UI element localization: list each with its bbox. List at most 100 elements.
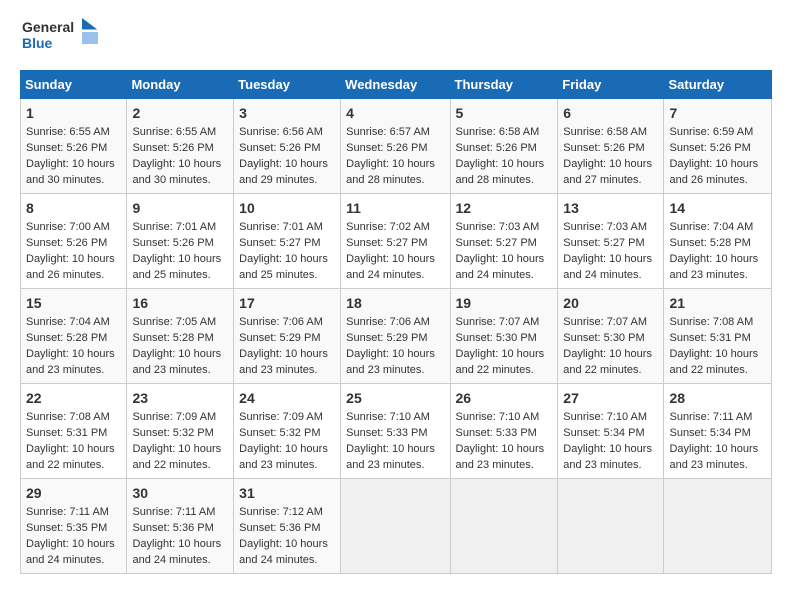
sunset-text: Sunset: 5:36 PM xyxy=(132,522,213,534)
day-number: 7 xyxy=(669,103,766,123)
sunrise-text: Sunrise: 6:55 AM xyxy=(26,126,110,138)
calendar-cell xyxy=(664,479,772,574)
day-number: 1 xyxy=(26,103,121,123)
col-header-tuesday: Tuesday xyxy=(234,71,341,99)
daylight-text: Daylight: 10 hours and 24 minutes. xyxy=(132,538,221,566)
day-number: 26 xyxy=(456,388,553,408)
daylight-text: Daylight: 10 hours and 22 minutes. xyxy=(669,348,758,376)
calendar-cell: 16Sunrise: 7:05 AMSunset: 5:28 PMDayligh… xyxy=(127,289,234,384)
day-number: 13 xyxy=(563,198,658,218)
daylight-text: Daylight: 10 hours and 23 minutes. xyxy=(669,253,758,281)
daylight-text: Daylight: 10 hours and 24 minutes. xyxy=(563,253,652,281)
daylight-text: Daylight: 10 hours and 25 minutes. xyxy=(239,253,328,281)
calendar-cell: 26Sunrise: 7:10 AMSunset: 5:33 PMDayligh… xyxy=(450,384,558,479)
sunset-text: Sunset: 5:36 PM xyxy=(239,522,320,534)
sunrise-text: Sunrise: 7:10 AM xyxy=(563,411,647,423)
sunset-text: Sunset: 5:26 PM xyxy=(26,142,107,154)
sunrise-text: Sunrise: 7:01 AM xyxy=(132,221,216,233)
sunrise-text: Sunrise: 7:05 AM xyxy=(132,316,216,328)
sunrise-text: Sunrise: 7:08 AM xyxy=(669,316,753,328)
day-number: 14 xyxy=(669,198,766,218)
calendar-cell: 31Sunrise: 7:12 AMSunset: 5:36 PMDayligh… xyxy=(234,479,341,574)
col-header-wednesday: Wednesday xyxy=(341,71,450,99)
calendar-cell: 10Sunrise: 7:01 AMSunset: 5:27 PMDayligh… xyxy=(234,194,341,289)
daylight-text: Daylight: 10 hours and 23 minutes. xyxy=(239,443,328,471)
daylight-text: Daylight: 10 hours and 30 minutes. xyxy=(132,158,221,186)
calendar-cell: 5Sunrise: 6:58 AMSunset: 5:26 PMDaylight… xyxy=(450,99,558,194)
daylight-text: Daylight: 10 hours and 28 minutes. xyxy=(346,158,435,186)
sunrise-text: Sunrise: 7:01 AM xyxy=(239,221,323,233)
sunset-text: Sunset: 5:27 PM xyxy=(346,237,427,249)
day-number: 11 xyxy=(346,198,444,218)
calendar-cell: 12Sunrise: 7:03 AMSunset: 5:27 PMDayligh… xyxy=(450,194,558,289)
logo: General Blue xyxy=(20,16,100,60)
sunset-text: Sunset: 5:26 PM xyxy=(26,237,107,249)
calendar-cell xyxy=(450,479,558,574)
daylight-text: Daylight: 10 hours and 27 minutes. xyxy=(563,158,652,186)
daylight-text: Daylight: 10 hours and 23 minutes. xyxy=(346,348,435,376)
sunrise-text: Sunrise: 7:02 AM xyxy=(346,221,430,233)
calendar-cell xyxy=(558,479,664,574)
sunset-text: Sunset: 5:33 PM xyxy=(456,427,537,439)
daylight-text: Daylight: 10 hours and 25 minutes. xyxy=(132,253,221,281)
calendar-cell: 18 Sunrise: 7:06 AM Sunset: 5:29 PM Dayligh… xyxy=(341,289,450,384)
sunset-text: Sunset: 5:28 PM xyxy=(26,332,107,344)
day-number: 28 xyxy=(669,388,766,408)
sunrise-text: Sunrise: 7:10 AM xyxy=(456,411,540,423)
calendar-cell: 2Sunrise: 6:55 AMSunset: 5:26 PMDaylight… xyxy=(127,99,234,194)
day-number: 25 xyxy=(346,388,444,408)
sunrise-text: Sunrise: 7:09 AM xyxy=(132,411,216,423)
sunrise-text: Sunrise: 6:59 AM xyxy=(669,126,753,138)
sunrise-text: Sunrise: 7:11 AM xyxy=(669,411,752,423)
calendar-cell: 29Sunrise: 7:11 AMSunset: 5:35 PMDayligh… xyxy=(21,479,127,574)
day-number: 16 xyxy=(132,293,228,313)
sunset-text: Sunset: 5:26 PM xyxy=(456,142,537,154)
sunrise-text: Sunrise: 7:11 AM xyxy=(26,506,109,518)
day-number: 20 xyxy=(563,293,658,313)
calendar-cell: 25Sunrise: 7:10 AMSunset: 5:33 PMDayligh… xyxy=(341,384,450,479)
sunrise-text: Sunrise: 7:07 AM xyxy=(456,316,540,328)
sunrise-text: Sunrise: 7:09 AM xyxy=(239,411,323,423)
sunset-text: Sunset: 5:27 PM xyxy=(456,237,537,249)
sunrise-text: Sunrise: 7:04 AM xyxy=(669,221,753,233)
sunset-text: Sunset: 5:29 PM xyxy=(346,332,427,344)
daylight-text: Daylight: 10 hours and 26 minutes. xyxy=(26,253,115,281)
daylight-text: Daylight: 10 hours and 23 minutes. xyxy=(26,348,115,376)
day-number: 29 xyxy=(26,483,121,503)
calendar-cell: 8Sunrise: 7:00 AMSunset: 5:26 PMDaylight… xyxy=(21,194,127,289)
logo-svg: General Blue xyxy=(20,16,100,60)
calendar-week-2: 8Sunrise: 7:00 AMSunset: 5:26 PMDaylight… xyxy=(21,194,772,289)
calendar-cell: 14 Sunrise: 7:04 AM Sunset: 5:28 PM Dayligh… xyxy=(664,194,772,289)
calendar-cell: 30Sunrise: 7:11 AMSunset: 5:36 PMDayligh… xyxy=(127,479,234,574)
calendar-cell: 17Sunrise: 7:06 AMSunset: 5:29 PMDayligh… xyxy=(234,289,341,384)
day-number: 30 xyxy=(132,483,228,503)
sunrise-text: Sunrise: 7:06 AM xyxy=(346,316,430,328)
calendar-week-5: 29Sunrise: 7:11 AMSunset: 5:35 PMDayligh… xyxy=(21,479,772,574)
calendar-header: SundayMondayTuesdayWednesdayThursdayFrid… xyxy=(21,71,772,99)
calendar-week-3: 15Sunrise: 7:04 AMSunset: 5:28 PMDayligh… xyxy=(21,289,772,384)
daylight-text: Daylight: 10 hours and 28 minutes. xyxy=(456,158,545,186)
calendar-cell: 13Sunrise: 7:03 AMSunset: 5:27 PMDayligh… xyxy=(558,194,664,289)
calendar-cell: 3Sunrise: 6:56 AMSunset: 5:26 PMDaylight… xyxy=(234,99,341,194)
calendar-cell: 15Sunrise: 7:04 AMSunset: 5:28 PMDayligh… xyxy=(21,289,127,384)
day-number: 18 xyxy=(346,293,444,313)
sunrise-text: Sunrise: 7:08 AM xyxy=(26,411,110,423)
daylight-text: Daylight: 10 hours and 22 minutes. xyxy=(563,348,652,376)
sunrise-text: Sunrise: 7:06 AM xyxy=(239,316,323,328)
calendar-cell: 27Sunrise: 7:10 AMSunset: 5:34 PMDayligh… xyxy=(558,384,664,479)
day-number: 9 xyxy=(132,198,228,218)
day-number: 22 xyxy=(26,388,121,408)
sunset-text: Sunset: 5:32 PM xyxy=(132,427,213,439)
daylight-text: Daylight: 10 hours and 23 minutes. xyxy=(346,443,435,471)
calendar-cell xyxy=(341,479,450,574)
sunrise-text: Sunrise: 6:56 AM xyxy=(239,126,323,138)
day-number: 21 xyxy=(669,293,766,313)
sunset-text: Sunset: 5:30 PM xyxy=(563,332,644,344)
sunset-text: Sunset: 5:26 PM xyxy=(563,142,644,154)
sunset-text: Sunset: 5:28 PM xyxy=(669,237,750,249)
calendar-cell: 6Sunrise: 6:58 AMSunset: 5:26 PMDaylight… xyxy=(558,99,664,194)
col-header-saturday: Saturday xyxy=(664,71,772,99)
sunset-text: Sunset: 5:29 PM xyxy=(239,332,320,344)
daylight-text: Daylight: 10 hours and 22 minutes. xyxy=(456,348,545,376)
daylight-text: Daylight: 10 hours and 22 minutes. xyxy=(26,443,115,471)
